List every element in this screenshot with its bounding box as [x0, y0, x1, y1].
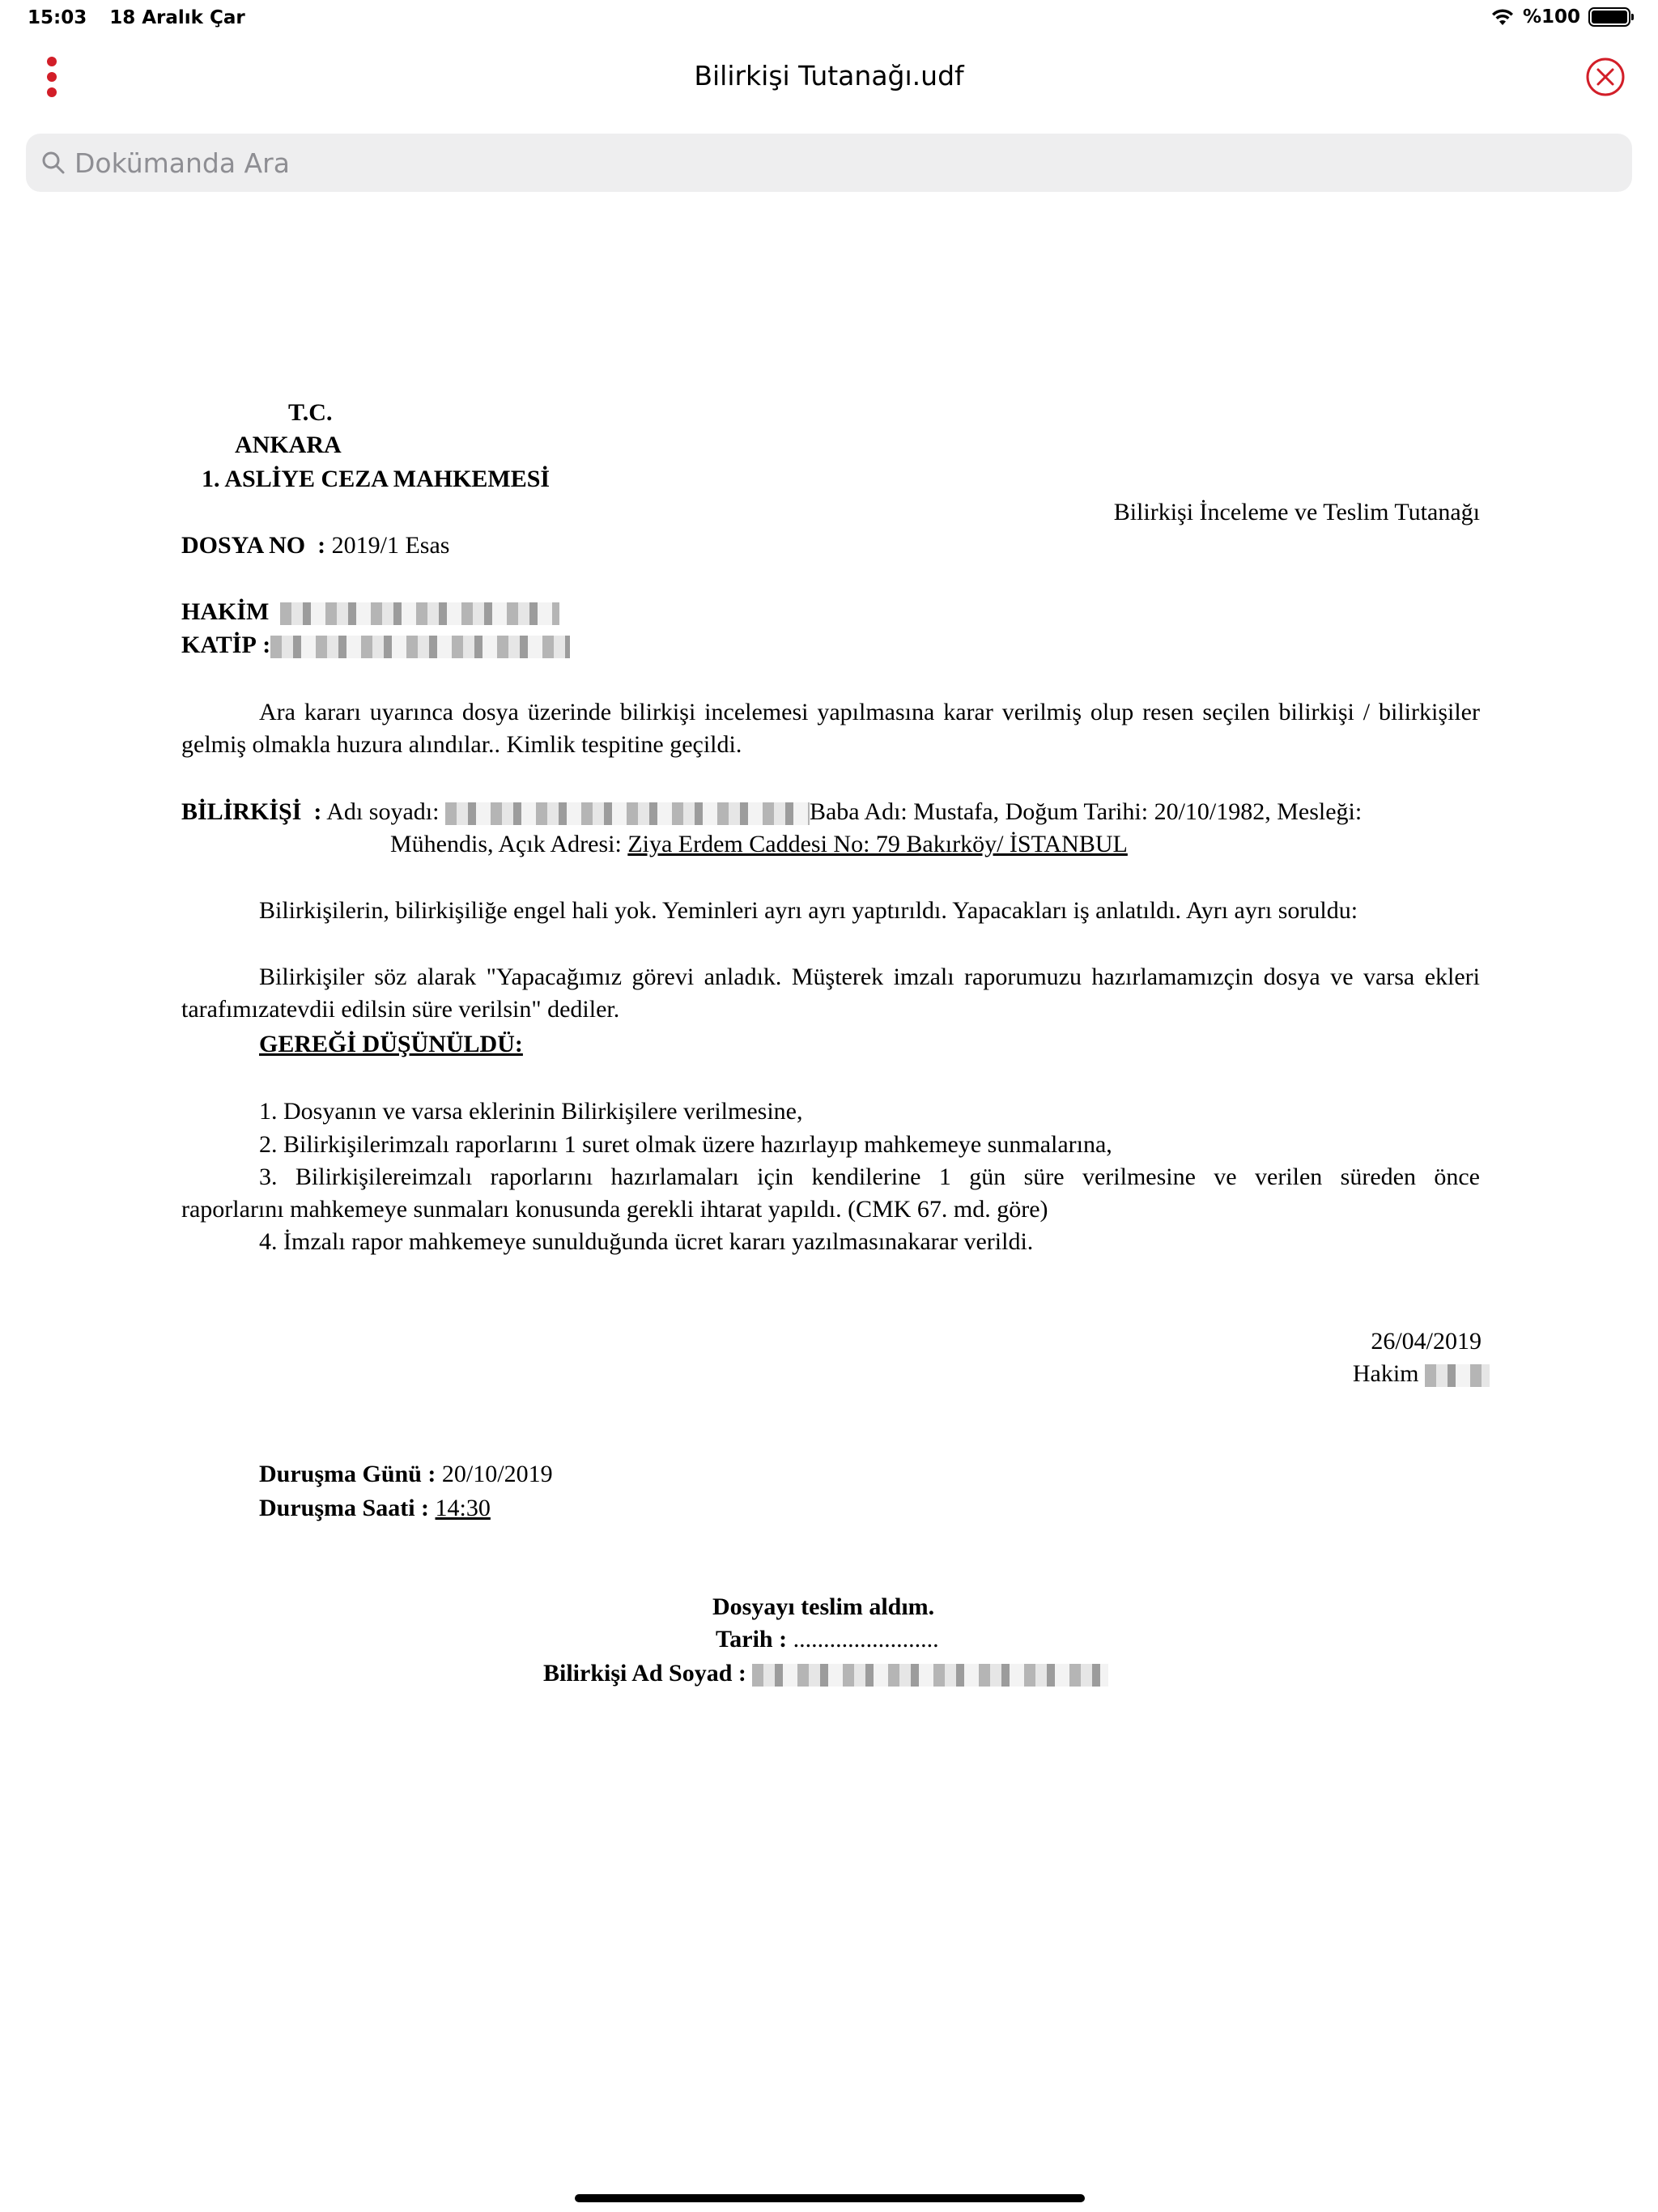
header-court: 1. ASLİYE CEZA MAHKEMESİ — [202, 466, 551, 492]
status-bar: 15:03 18 Aralık Çar %100 — [0, 0, 1658, 39]
header-city: ANKARA — [235, 432, 342, 458]
sign-hakim: Hakim — [1353, 1358, 1490, 1390]
redacted-katip-name — [270, 636, 571, 659]
durusma-saati-row: Duruşma Saati : 14:30 — [259, 1492, 491, 1525]
durusma-gunu-label: Duruşma Günü : — [259, 1461, 436, 1487]
document-title: Bilirkişi Tutanağı.udf — [694, 60, 964, 91]
katip-sep: : — [262, 632, 271, 658]
bilirkisi-details: Baba Adı: Mustafa, Doğum Tarihi: 20/10/1… — [809, 798, 1363, 825]
nav-bar: Bilirkişi Tutanağı.udf — [0, 45, 1658, 110]
header-tc: T.C. — [288, 399, 333, 426]
tarih-dots: ........................ — [793, 1626, 939, 1653]
gerekce-title: GEREĞİ DÜŞÜNÜLDÜ: — [259, 1031, 523, 1057]
item-3-line-2: raporlarını mahkemeye sunmaları konusund… — [181, 1196, 1048, 1223]
durusma-gunu-value: 20/10/2019 — [441, 1461, 553, 1487]
sign-hakim-label: Hakim — [1352, 1360, 1419, 1387]
bilirkisi-name-label: Adı soyadı: — [326, 798, 440, 825]
document-heading: Bilirkişi İnceleme ve Teslim Tutanağı — [1113, 499, 1480, 525]
status-left: 15:03 18 Aralık Çar — [28, 7, 261, 28]
dosya-no-sep: : — [317, 532, 326, 559]
battery-percent: %100 — [1522, 6, 1580, 28]
intro-paragraph: Ara kararı uyarınca dosya üzerinde bilir… — [181, 699, 1480, 758]
redacted-hakim-name — [279, 602, 559, 626]
dosya-no-label: DOSYA NO — [181, 532, 306, 559]
bilirkisi-occupation: Mühendis, Açık Adresi: — [390, 831, 622, 857]
ad-soyad-label: Bilirkişi Ad Soyad : — [543, 1660, 746, 1687]
durusma-gunu-row: Duruşma Günü : 20/10/2019 — [259, 1458, 553, 1491]
screen: 15:03 18 Aralık Çar %100 Bilirkişi Tutan… — [0, 0, 1658, 2212]
status-date: 18 Aralık Çar — [109, 7, 245, 28]
status-time: 15:03 — [28, 7, 87, 28]
item-2: 2. Bilirkişilerimzalı raporlarını 1 sure… — [259, 1131, 1112, 1158]
tarih-row: Tarih : ........................ — [716, 1623, 939, 1656]
katip-label: KATİP — [181, 632, 257, 658]
wifi-icon — [1491, 9, 1513, 25]
sign-date: 26/04/2019 — [1371, 1328, 1482, 1355]
katip-row: KATİP : — [181, 629, 571, 661]
item-3-line-1: 3. Bilirkişilereimzalı raporlarını hazır… — [259, 1163, 1480, 1190]
redacted-bilirkisi-signature-name — [752, 1664, 1109, 1687]
durusma-saati-label: Duruşma Saati : — [259, 1495, 430, 1521]
tarih-label: Tarih : — [716, 1626, 788, 1653]
battery-icon — [1588, 7, 1634, 27]
bilirkisi-address: Ziya Erdem Caddesi No: 79 Bakırköy/ İSTA… — [627, 831, 1128, 857]
item-4: 4. İmzalı rapor mahkemeye sunulduğunda ü… — [259, 1228, 1034, 1255]
search-input[interactable] — [74, 147, 1613, 179]
close-icon[interactable] — [1585, 57, 1626, 97]
teslim-text: Dosyayı teslim aldım. — [712, 1593, 935, 1620]
paragraph-1: Bilirkişilerin, bilirkişiliğe engel hali… — [259, 897, 1358, 924]
paragraph-2: Bilirkişiler söz alarak "Yapacağımız gör… — [181, 963, 1480, 1023]
redacted-bilirkisi-name — [444, 802, 810, 826]
redacted-sign-name — [1425, 1364, 1490, 1388]
search-icon — [42, 151, 65, 174]
home-indicator[interactable] — [575, 2194, 1085, 2202]
hakim-label: HAKİM — [181, 598, 270, 625]
ad-soyad-row: Bilirkişi Ad Soyad : — [543, 1657, 1109, 1690]
dosya-no-row: DOSYA NO : 2019/1 Esas — [181, 530, 449, 562]
dosya-no-value: 2019/1 Esas — [331, 532, 450, 559]
bilirkisi-row: BİLİRKİŞİ : Adı soyadı: Baba Adı: Mustaf… — [181, 796, 1362, 828]
bilirkisi-label: BİLİRKİŞİ — [181, 798, 302, 825]
bilirkisi-row-2: Mühendis, Açık Adresi: Ziya Erdem Caddes… — [390, 828, 1128, 861]
hakim-row: HAKİM — [181, 596, 559, 628]
status-right: %100 — [1490, 6, 1634, 28]
search-bar[interactable] — [26, 134, 1632, 192]
durusma-saati-value: 14:30 — [435, 1495, 491, 1521]
item-1: 1. Dosyanın ve varsa eklerinin Bilirkişi… — [259, 1098, 803, 1125]
bilirkisi-sep: : — [313, 798, 322, 825]
